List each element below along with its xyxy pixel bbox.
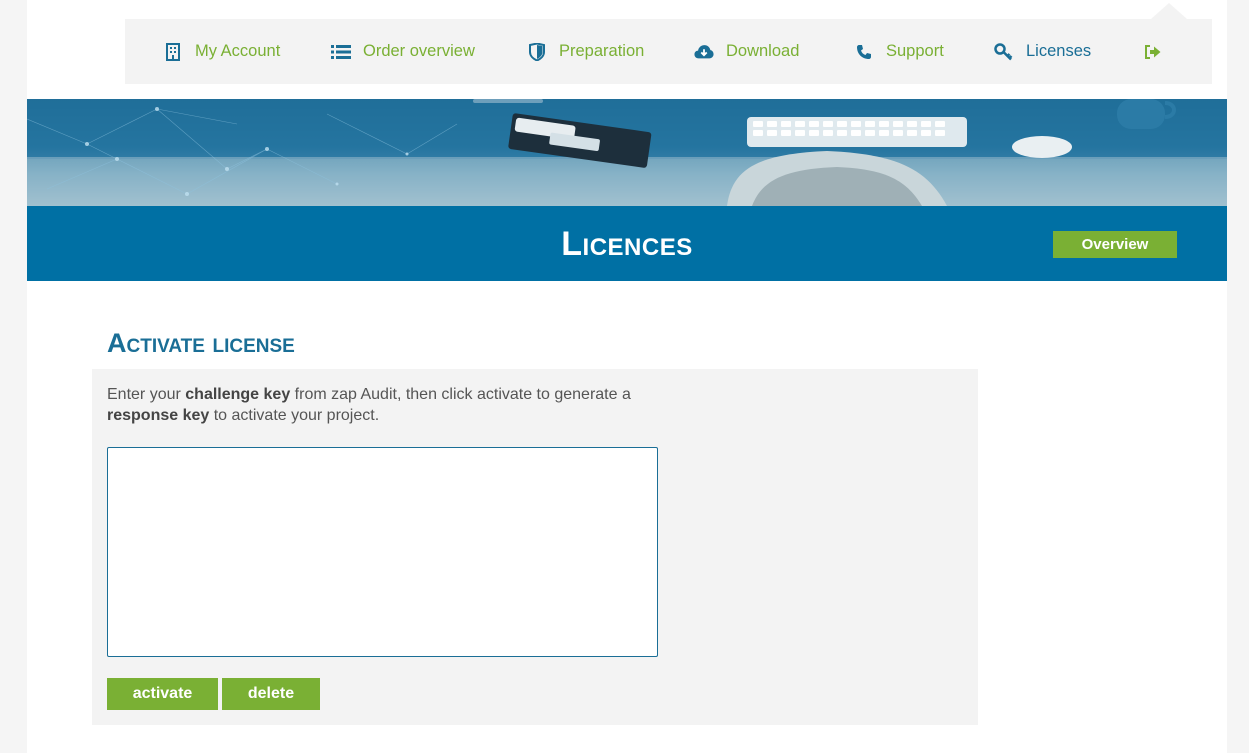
logout-button[interactable] — [1143, 19, 1175, 84]
nav-label-download: Download — [726, 42, 800, 60]
sign-out-icon — [1143, 42, 1163, 62]
activate-button[interactable]: activate — [107, 678, 218, 710]
nav-item-preparation[interactable]: Preparation — [527, 19, 644, 84]
hero-desk-illustration — [27, 99, 1227, 206]
top-navigation: My Account Order overview Preparation Do… — [125, 19, 1212, 84]
overview-button[interactable]: Overview — [1053, 231, 1177, 258]
desc-text-2: from zap Audit, then click activate to g… — [290, 386, 631, 403]
nav-label-licenses: Licenses — [1026, 42, 1092, 60]
nav-item-order-overview[interactable]: Order overview — [331, 19, 475, 84]
instructions-text: Enter your challenge key from zap Audit,… — [107, 384, 667, 426]
nav-item-download[interactable]: Download — [694, 19, 799, 84]
desc-text-3: to activate your project. — [209, 407, 380, 424]
challenge-key-input[interactable] — [107, 447, 658, 657]
nav-label-order-overview: Order overview — [363, 42, 475, 60]
section-title: Activate license — [107, 328, 295, 358]
nav-item-support[interactable]: Support — [854, 19, 944, 84]
hero-banner — [27, 99, 1227, 206]
nav-label-my-account: My Account — [195, 42, 281, 60]
activate-license-panel: Enter your challenge key from zap Audit,… — [92, 369, 978, 725]
building-icon — [163, 42, 183, 62]
title-bar: Licences Overview — [27, 206, 1227, 281]
delete-button[interactable]: delete — [222, 678, 320, 710]
list-icon — [331, 42, 351, 62]
shield-icon — [527, 42, 547, 62]
key-icon — [994, 42, 1014, 62]
nav-item-licenses[interactable]: Licenses — [994, 19, 1091, 84]
desc-bold-response-key: response key — [107, 407, 210, 424]
cloud-download-icon — [694, 42, 714, 62]
nav-label-support: Support — [886, 42, 944, 60]
nav-notch — [1151, 3, 1187, 19]
nav-item-my-account[interactable]: My Account — [163, 19, 280, 84]
desc-text-1: Enter your — [107, 386, 186, 403]
nav-label-preparation: Preparation — [559, 42, 645, 60]
desc-bold-challenge-key: challenge key — [185, 386, 291, 403]
phone-icon — [854, 42, 874, 62]
page-title: Licences — [561, 225, 693, 263]
